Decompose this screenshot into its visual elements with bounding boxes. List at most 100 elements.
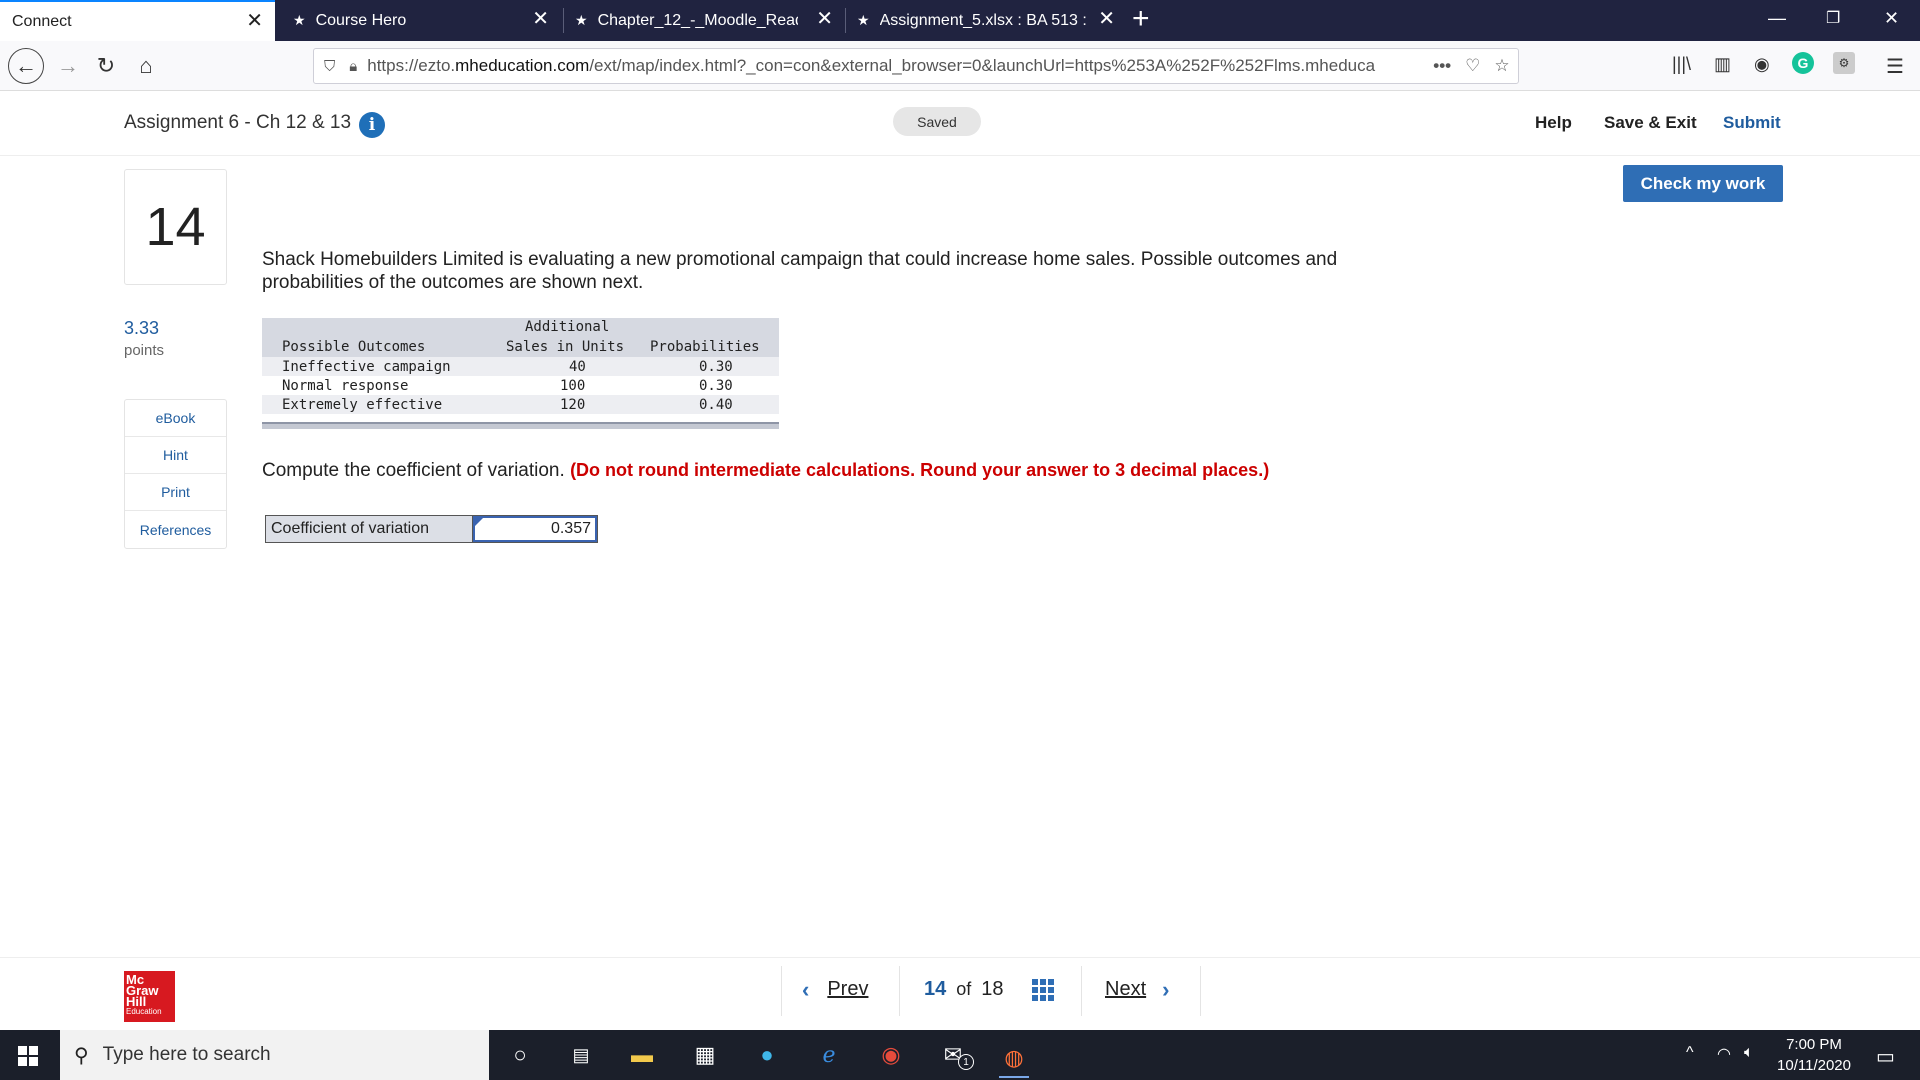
instruction-text: Compute the coefficient of variation. (D…: [262, 460, 1269, 482]
menu-icon[interactable]: ☰: [1886, 54, 1904, 79]
total-pages: 18: [981, 978, 1004, 1000]
table-header-probabilities: Probabilities: [650, 339, 760, 355]
browser-toolbar: ← → ↻ ⌂ ⛉ 🔒︎ https://ezto.mheducation.co…: [0, 41, 1920, 91]
table-cell-outcome: Extremely effective: [282, 397, 443, 413]
points-label: points: [124, 342, 165, 359]
print-link[interactable]: Print: [125, 474, 226, 511]
submit-link[interactable]: Submit: [1723, 113, 1781, 133]
answer-label: Coefficient of variation: [266, 516, 473, 542]
tray-chevron-icon[interactable]: ^: [1686, 1044, 1694, 1062]
answer-value: 0.357: [550, 520, 591, 537]
notification-icon[interactable]: ▭: [1876, 1044, 1895, 1069]
library-icon[interactable]: |||\: [1672, 54, 1691, 75]
table-cell-sales: 120: [560, 397, 586, 413]
chevron-right-icon: ›: [1162, 976, 1170, 1002]
restore-icon[interactable]: ❐: [1826, 8, 1840, 28]
tab-connect[interactable]: Connect ✕: [0, 0, 275, 41]
forward-button[interactable]: →: [52, 50, 84, 82]
minimize-icon[interactable]: —: [1768, 8, 1786, 29]
task-view-icon[interactable]: ▤: [566, 1040, 596, 1070]
close-icon[interactable]: ✕: [1098, 9, 1115, 29]
table-cell-sales: 40: [569, 359, 586, 375]
file-explorer-icon[interactable]: ▬: [627, 1040, 657, 1070]
store-icon[interactable]: ▦: [690, 1040, 720, 1070]
assignment-title: Assignment 6 - Ch 12 & 13: [124, 112, 352, 133]
next-label: Next: [1105, 978, 1147, 1000]
mail-icon[interactable]: ✉ 1: [938, 1040, 974, 1070]
tab-chapter-12[interactable]: ★ Chapter_12_-_Moodle_Ready : I ✕: [563, 0, 845, 41]
info-icon[interactable]: i: [359, 112, 385, 138]
close-icon[interactable]: ✕: [532, 9, 549, 29]
volume-icon[interactable]: 🔈︎: [1744, 1044, 1754, 1062]
sidebar-icon[interactable]: ▥: [1714, 54, 1731, 75]
footer-separator: [1200, 966, 1201, 1016]
chevron-left-icon: ‹: [802, 976, 810, 1002]
window-close-icon[interactable]: ✕: [1884, 8, 1899, 29]
star-icon: ★: [293, 12, 306, 28]
cortana-icon[interactable]: ○: [505, 1040, 535, 1070]
of-label: of: [956, 979, 972, 999]
table-cell-prob: 0.40: [699, 397, 733, 413]
table-cell-sales: 100: [560, 378, 586, 394]
footer-separator: [781, 966, 782, 1016]
grammarly-icon[interactable]: G: [1792, 52, 1814, 74]
table-header-sales: Sales in Units: [506, 339, 625, 355]
table-cell-outcome: Normal response: [282, 378, 409, 394]
tab-course-hero[interactable]: ★ Course Hero ✕: [281, 0, 561, 41]
answer-row: Coefficient of variation 0.357: [265, 515, 598, 543]
system-clock[interactable]: 7:00 PM 10/11/2020: [1766, 1034, 1862, 1076]
new-tab-button[interactable]: +: [1132, 4, 1150, 34]
page-indicator: 14 of 18: [924, 958, 1054, 1021]
coefficient-input[interactable]: 0.357: [473, 516, 597, 542]
shield-icon: ⛉: [324, 57, 336, 75]
wifi-icon[interactable]: ◠: [1717, 1044, 1731, 1064]
reload-button[interactable]: ↻: [90, 50, 122, 82]
tab-assignment-5[interactable]: ★ Assignment_5.xlsx : BA 513 : Up ✕: [845, 0, 1127, 41]
ebook-link[interactable]: eBook: [125, 400, 226, 437]
saved-status-badge: Saved: [893, 107, 981, 136]
references-link[interactable]: References: [125, 511, 226, 548]
close-icon[interactable]: ✕: [246, 11, 263, 31]
account-icon[interactable]: ◉: [1754, 54, 1770, 75]
edge-icon[interactable]: ●: [752, 1040, 782, 1070]
table-header-outcomes: Possible Outcomes: [282, 339, 426, 355]
save-exit-link[interactable]: Save & Exit: [1604, 113, 1697, 133]
footer-separator: [899, 966, 900, 1016]
assignment-header: Assignment 6 - Ch 12 & 13 i Saved Help S…: [0, 92, 1920, 156]
windows-taskbar: ⚲ Type here to search ○ ▤ ▬ ▦ ● e ◉ ✉ 1 ◍…: [0, 1030, 1920, 1080]
table-cell-prob: 0.30: [699, 359, 733, 375]
home-button[interactable]: ⌂: [130, 50, 162, 82]
url-text: https://ezto.mheducation.com/ext/map/ind…: [367, 56, 1376, 75]
search-icon: ⚲: [74, 1044, 89, 1067]
next-button[interactable]: Next ›: [1105, 958, 1169, 1021]
close-icon[interactable]: ✕: [816, 9, 833, 29]
tab-title: Course Hero: [315, 11, 407, 29]
page-actions-icon[interactable]: •••: [1433, 56, 1451, 76]
back-button[interactable]: ←: [8, 48, 44, 84]
tab-title: Chapter_12_-_Moodle_Ready : I: [597, 11, 798, 29]
footer-bar: Mc Graw Hill Education ‹ Prev 14 of 18 N…: [0, 957, 1920, 1030]
star-icon: ★: [857, 12, 870, 28]
extension-icon[interactable]: ⚙: [1833, 52, 1855, 74]
prev-button[interactable]: ‹ Prev: [802, 958, 868, 1021]
table-row: Normal response 100 0.30: [262, 376, 779, 395]
tab-title: Assignment_5.xlsx : BA 513 : Up: [879, 11, 1090, 29]
windows-start-icon[interactable]: [18, 1046, 38, 1066]
address-bar[interactable]: ⛉ 🔒︎ https://ezto.mheducation.com/ext/ma…: [313, 48, 1519, 84]
hint-link[interactable]: Hint: [125, 437, 226, 474]
question-grid-icon[interactable]: [1031, 978, 1054, 1001]
bookmark-star-icon[interactable]: ☆: [1494, 56, 1509, 76]
check-my-work-button[interactable]: Check my work: [1623, 165, 1783, 202]
table-row: Ineffective campaign 40 0.30: [262, 357, 779, 376]
taskbar-search-box[interactable]: ⚲ Type here to search: [60, 1030, 489, 1080]
table-row: Extremely effective 120 0.40: [262, 395, 779, 414]
firefox-icon[interactable]: ◍: [999, 1040, 1029, 1078]
mcgraw-hill-logo: Mc Graw Hill Education: [124, 971, 175, 1022]
chrome-icon[interactable]: ◉: [876, 1040, 906, 1070]
question-text: Shack Homebuilders Limited is evaluating…: [262, 249, 1338, 293]
table-bottom-rule: [262, 422, 779, 429]
lock-icon: 🔒︎: [349, 57, 358, 75]
internet-explorer-icon[interactable]: e: [814, 1040, 844, 1070]
pocket-icon[interactable]: ♡: [1465, 56, 1480, 76]
help-link[interactable]: Help: [1535, 113, 1572, 133]
